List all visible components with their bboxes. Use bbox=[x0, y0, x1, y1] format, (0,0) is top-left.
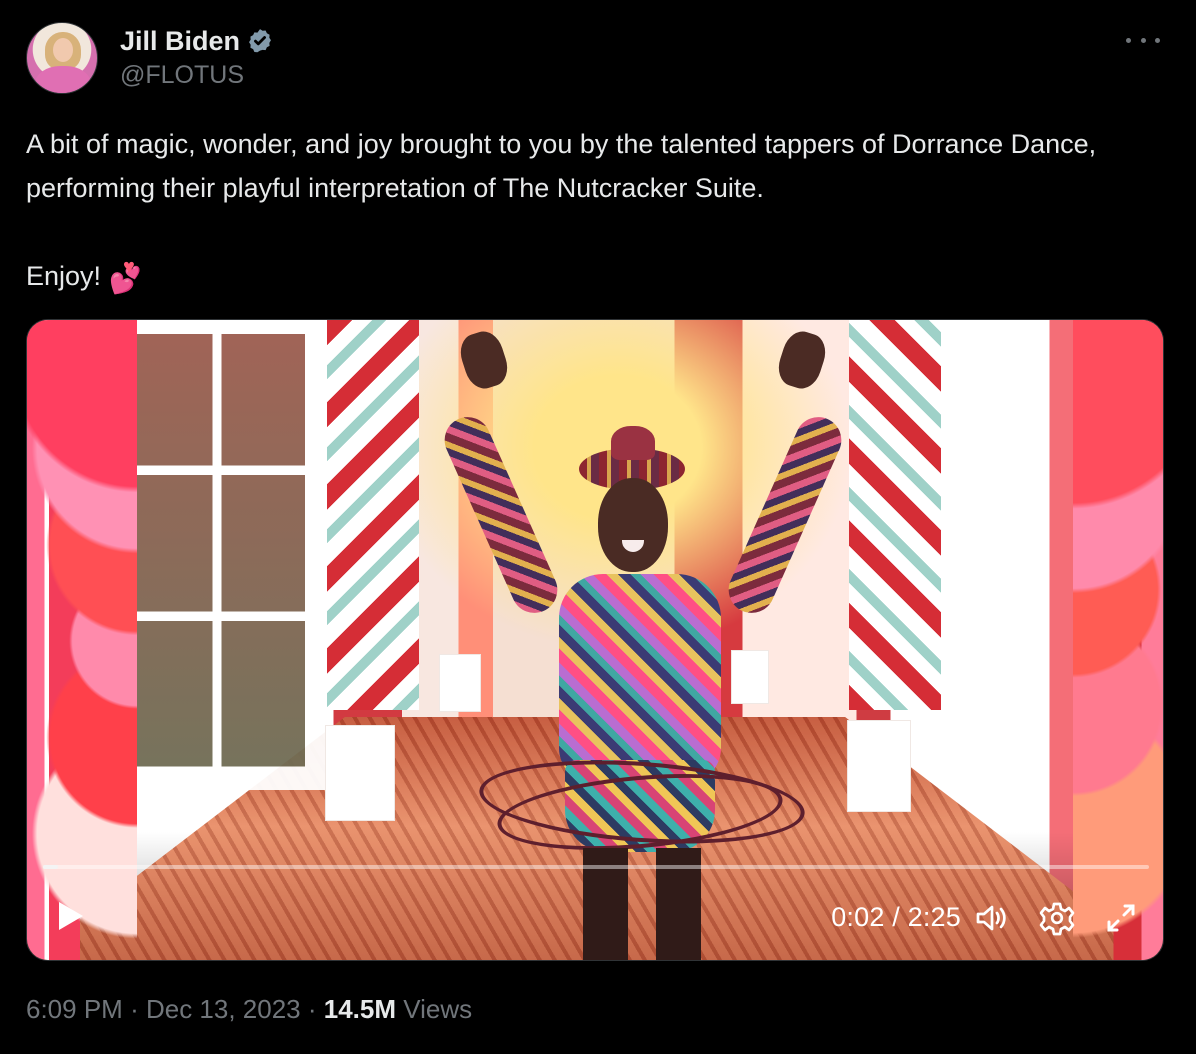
dancer-right-hand bbox=[773, 326, 831, 394]
avatar[interactable] bbox=[26, 22, 98, 94]
views-count: 14.5M bbox=[323, 994, 397, 1024]
dancer-left-hand bbox=[455, 326, 513, 394]
metadata-separator: · bbox=[130, 994, 146, 1024]
video-player[interactable]: 0:02 / 2:25 bbox=[26, 319, 1164, 961]
white-pedestal bbox=[847, 720, 911, 812]
play-button[interactable] bbox=[51, 899, 85, 933]
more-options-icon[interactable] bbox=[1126, 28, 1160, 52]
expand-icon bbox=[1107, 904, 1135, 932]
verified-icon bbox=[249, 29, 271, 53]
tweet-paragraph-2: Enjoy! 💕 ♥ bbox=[26, 254, 1176, 298]
dancer-mouth bbox=[622, 540, 644, 552]
heart-small-icon: ♥ bbox=[123, 256, 135, 278]
tweet-enjoy-text: Enjoy! bbox=[26, 261, 102, 291]
tweet-paragraph-1: A bit of magic, wonder, and joy brought … bbox=[26, 129, 1097, 203]
tweet-time[interactable]: 6:09 PM bbox=[26, 994, 123, 1024]
more-dot-2 bbox=[1140, 37, 1146, 43]
author-handle[interactable]: @FLOTUS bbox=[120, 61, 244, 90]
tweet-date[interactable]: Dec 13, 2023 bbox=[146, 994, 301, 1024]
candy-column-left bbox=[327, 320, 419, 710]
white-pedestal bbox=[325, 725, 395, 821]
two-hearts-icon: 💕 ♥ bbox=[107, 256, 145, 293]
gear-icon bbox=[1039, 902, 1075, 936]
video-window bbox=[107, 320, 327, 790]
volume-button[interactable] bbox=[973, 898, 1013, 938]
author-name-row: Jill Biden bbox=[120, 25, 274, 57]
more-dot-3 bbox=[1155, 37, 1160, 43]
avatar-body bbox=[35, 66, 91, 93]
volume-icon bbox=[976, 905, 1006, 931]
dancer-right-arm bbox=[721, 409, 849, 621]
video-time: 0:02 / 2:25 bbox=[831, 902, 961, 932]
tweet-header: Jill Biden @FLOTUS bbox=[26, 22, 1170, 94]
video-progress-bar[interactable] bbox=[43, 865, 1149, 869]
candy-column-right bbox=[849, 320, 941, 710]
fullscreen-button[interactable] bbox=[1103, 898, 1143, 938]
sequin-costume bbox=[559, 574, 721, 784]
tweet-text: A bit of magic, wonder, and joy brought … bbox=[26, 122, 1176, 298]
dancer-head bbox=[598, 478, 668, 572]
avatar-face bbox=[53, 38, 73, 62]
dancer-left-arm bbox=[437, 409, 565, 621]
video-progress-fill bbox=[43, 865, 59, 869]
tweet-metadata: 6:09 PM · Dec 13, 2023 · 14.5M Views bbox=[26, 989, 472, 1029]
views-label: Views bbox=[403, 994, 473, 1024]
author-name[interactable]: Jill Biden bbox=[120, 26, 240, 57]
metadata-separator: · bbox=[307, 994, 324, 1024]
settings-button[interactable] bbox=[1039, 898, 1079, 938]
more-dot-1 bbox=[1126, 37, 1131, 43]
